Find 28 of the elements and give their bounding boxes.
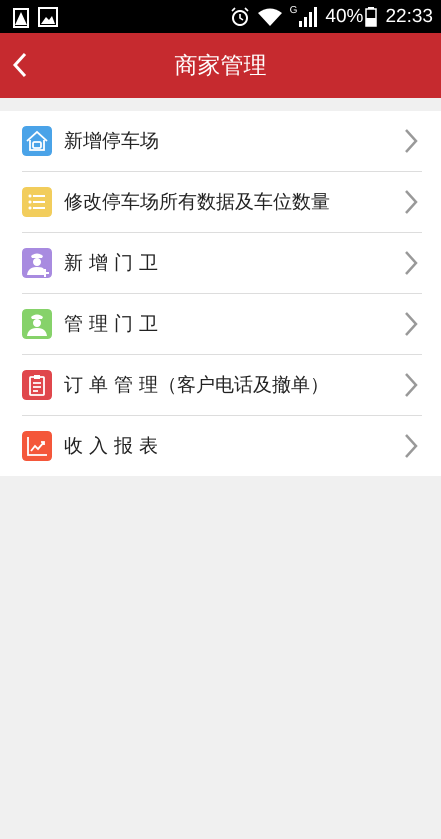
- menu-item[interactable]: 订 单 管 理（客户电话及撤单）: [22, 355, 422, 416]
- menu-item[interactable]: 新 增 门 卫: [22, 233, 422, 294]
- menu-label: 订 单 管 理（客户电话及撤单）: [64, 373, 330, 398]
- chevron-right-icon: [404, 128, 418, 154]
- menu-item[interactable]: 收 入 报 表: [22, 416, 422, 476]
- clock-time: 22:33: [385, 6, 433, 28]
- chevron-right-icon: [404, 433, 418, 459]
- alarm-clock-icon: [230, 6, 250, 26]
- chevron-right-icon: [404, 189, 418, 215]
- battery-alert-icon: [12, 6, 30, 28]
- menu-label: 管 理 门 卫: [64, 312, 160, 337]
- battery-level: 40%: [325, 6, 364, 28]
- wifi-icon: [258, 8, 282, 26]
- menu-label: 收 入 报 表: [64, 434, 160, 459]
- signal-icon: [299, 6, 318, 26]
- page-title: 商家管理: [174, 52, 266, 81]
- image-icon: [38, 6, 58, 26]
- menu-item[interactable]: 修改停车场所有数据及车位数量: [22, 172, 422, 233]
- chevron-right-icon: [404, 311, 418, 337]
- menu-label: 修改停车场所有数据及车位数量: [64, 190, 331, 215]
- menu-item[interactable]: 管 理 门 卫: [22, 294, 422, 355]
- menu-label: 新 增 门 卫: [64, 251, 160, 276]
- chevron-right-icon: [404, 372, 418, 398]
- battery-icon: [365, 6, 378, 26]
- chevron-right-icon: [404, 250, 418, 276]
- menu-item[interactable]: 新增停车场: [22, 111, 422, 172]
- network-type: G: [290, 5, 298, 16]
- menu-label: 新增停车场: [64, 129, 160, 154]
